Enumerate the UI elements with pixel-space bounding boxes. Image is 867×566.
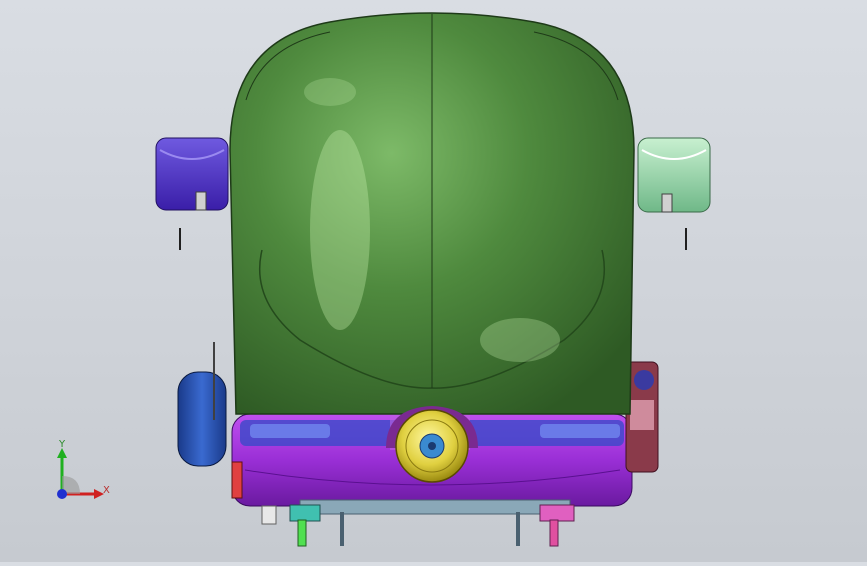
x-axis-label: X <box>103 485 110 496</box>
seat-model[interactable] <box>0 0 867 562</box>
y-axis-label: Y <box>59 439 66 450</box>
cad-viewport[interactable]: Y X <box>0 0 867 562</box>
seat-cushion[interactable] <box>229 12 635 415</box>
left-armrest[interactable] <box>155 137 229 250</box>
coordinate-triad: Y X <box>40 436 120 516</box>
right-armrest[interactable] <box>637 137 711 250</box>
side-motor[interactable] <box>177 342 243 499</box>
triad-axes <box>57 448 104 499</box>
seat-rails <box>261 499 575 547</box>
z-axis-dot <box>57 489 67 499</box>
